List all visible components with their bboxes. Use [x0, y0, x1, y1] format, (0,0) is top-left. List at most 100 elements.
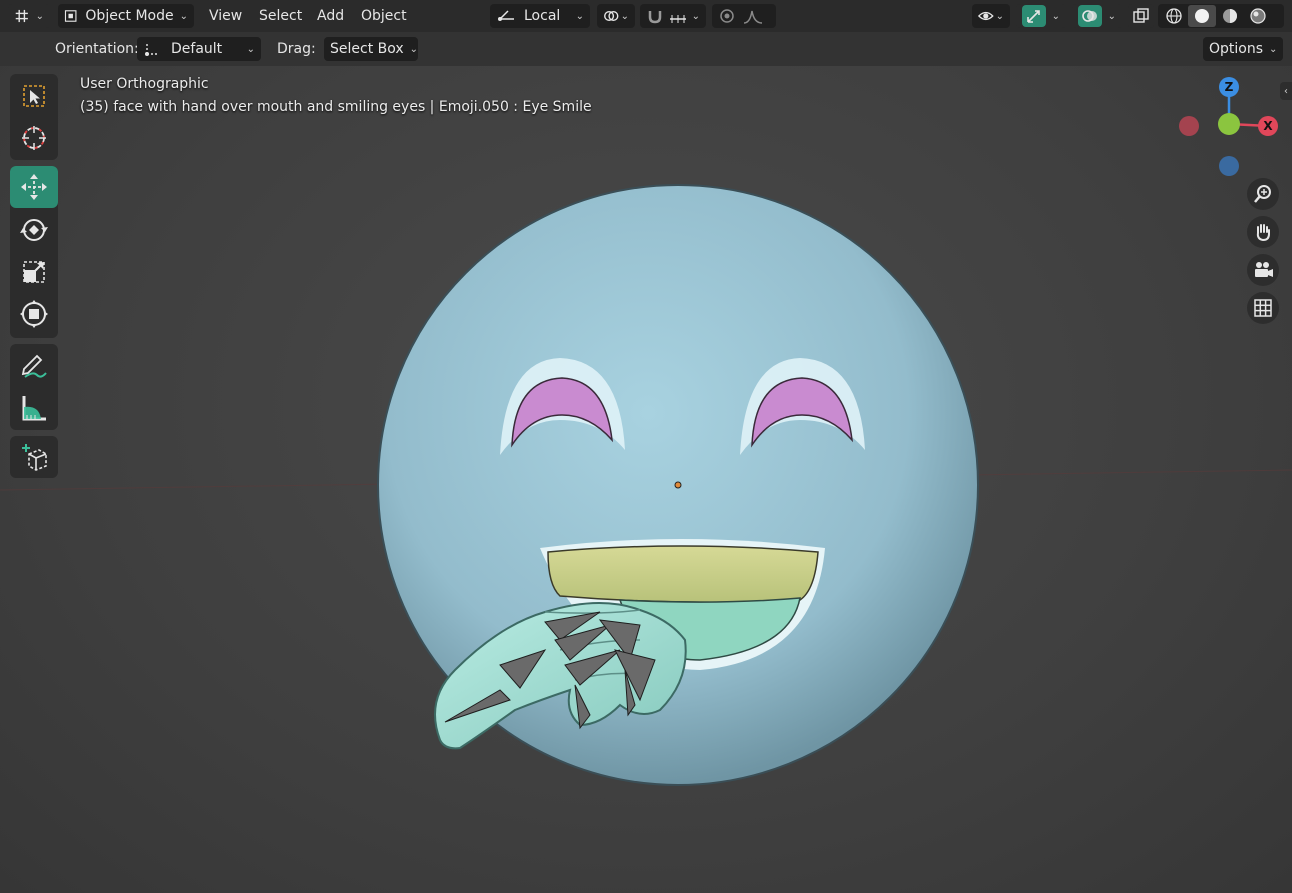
chevron-down-icon: ⌄	[575, 10, 584, 22]
link-icon	[604, 10, 619, 22]
chevron-down-icon: ⌄	[620, 10, 629, 22]
rendered-sphere-icon	[1250, 8, 1266, 24]
sidebar-toggle-arrow[interactable]: ‹	[1280, 82, 1292, 100]
object-origin	[674, 481, 682, 489]
snap-increment-icon	[670, 15, 686, 23]
pan-button[interactable]	[1247, 216, 1279, 248]
drag-dropdown[interactable]: Select Box ⌄	[324, 37, 418, 61]
axis-grid-icon	[15, 9, 28, 23]
material-sphere-icon	[1223, 9, 1237, 23]
tool-move[interactable]	[10, 166, 58, 208]
proportional-editing-dropdown[interactable]	[712, 4, 776, 28]
orientation-label: Local	[524, 8, 561, 24]
zoom-button[interactable]	[1247, 178, 1279, 210]
camera-view-button[interactable]	[1247, 254, 1279, 286]
magnet-icon	[648, 11, 662, 24]
rendered-shading-button[interactable]	[1244, 5, 1272, 27]
tool-add-cube[interactable]	[10, 437, 58, 477]
rotate-icon	[20, 219, 48, 241]
measure-icon	[22, 396, 46, 421]
tool-scale[interactable]	[10, 252, 58, 292]
cursor-icon	[22, 126, 46, 150]
gizmo-toggle-button[interactable]	[1022, 5, 1046, 27]
chevron-down-icon: ⌄	[246, 43, 255, 55]
proportional-edit-icon	[720, 9, 734, 23]
options-dropdown[interactable]: Options ⌄	[1203, 37, 1283, 61]
zoom-icon	[1254, 185, 1271, 203]
solid-shading-button[interactable]	[1188, 5, 1216, 27]
options-label: Options	[1209, 41, 1264, 57]
menu-add[interactable]: Add	[317, 4, 344, 28]
toolbar-group-select	[10, 74, 58, 160]
wireframe-sphere-icon	[1166, 8, 1182, 24]
gizmo-toggle-dropdown[interactable]: ⌄	[1016, 4, 1066, 28]
3d-viewport[interactable]: User Orthographic (35) face with hand ov…	[0, 0, 1292, 893]
orientation-value: Default	[171, 41, 223, 57]
transform-icon	[20, 300, 48, 328]
chevron-down-icon: ⌄	[995, 10, 1004, 22]
drag-value: Select Box	[330, 41, 404, 57]
gizmo-y-axis[interactable]	[1218, 113, 1240, 135]
select-box-icon	[23, 85, 45, 107]
falloff-curve-icon	[743, 10, 763, 24]
object-info-label: (35) face with hand over mouth and smili…	[80, 99, 592, 115]
snapping-dropdown[interactable]: ⌄	[640, 4, 706, 28]
wireframe-shading-button[interactable]	[1160, 5, 1188, 27]
menu-select[interactable]: Select	[259, 4, 302, 28]
chevron-down-icon: ⌄	[179, 10, 188, 22]
editor-type-button[interactable]: ⌄	[8, 4, 50, 28]
move-icon	[21, 174, 47, 200]
overlays-dropdown[interactable]: ⌄	[1072, 4, 1122, 28]
overlays-toggle-button[interactable]	[1078, 5, 1102, 27]
tool-annotate[interactable]	[10, 346, 58, 386]
gizmo-negative-x-axis[interactable]	[1179, 116, 1199, 136]
orientation-dropdown[interactable]: Default ⌄	[137, 37, 261, 61]
view-name-label: User Orthographic	[80, 76, 209, 92]
mouth-top	[547, 545, 819, 603]
hand-icon	[1256, 224, 1270, 242]
tool-cursor[interactable]	[10, 118, 58, 158]
orientation-field-label: Orientation:	[55, 41, 139, 57]
xray-icon	[1133, 8, 1149, 23]
overlays-icon	[1082, 10, 1097, 22]
chevron-down-icon: ⌄	[1107, 10, 1116, 22]
chevron-down-icon: ⌄	[1269, 43, 1278, 55]
tool-measure[interactable]	[10, 388, 58, 428]
pivot-point-dropdown[interactable]: ⌄	[597, 4, 635, 28]
toolbar-group-add	[10, 436, 58, 478]
material-shading-button[interactable]	[1216, 5, 1244, 27]
camera-icon	[1255, 262, 1273, 277]
mode-dropdown[interactable]: Object Mode ⌄	[58, 4, 194, 28]
add-cube-icon	[22, 444, 47, 471]
toolbar-group-annotate	[10, 344, 58, 430]
ortho-toggle-button[interactable]	[1247, 292, 1279, 324]
menu-view[interactable]: View	[209, 4, 242, 28]
visibility-dropdown[interactable]: ⌄	[972, 4, 1010, 28]
drag-field-label: Drag:	[277, 41, 316, 57]
chevron-down-icon: ⌄	[1051, 10, 1060, 22]
annotate-icon	[21, 354, 47, 378]
viewport-header: ⌄ Object Mode ⌄ View Select Add Object L…	[0, 0, 1292, 32]
shading-mode-group[interactable]	[1158, 4, 1284, 28]
scale-icon	[23, 261, 45, 283]
gizmo-negative-z-axis[interactable]	[1219, 156, 1239, 176]
gizmo-z-axis[interactable]: Z	[1219, 77, 1239, 97]
chevron-down-icon: ⌄	[691, 10, 700, 22]
tool-settings-header: Orientation: Default ⌄ Drag: Select Box …	[0, 32, 1292, 66]
chevron-down-icon: ⌄	[409, 43, 419, 55]
gizmo-x-axis[interactable]: X	[1258, 116, 1278, 136]
default-orientation-icon	[145, 42, 159, 56]
grid-icon	[1254, 299, 1272, 317]
tool-rotate[interactable]	[10, 210, 58, 250]
chevron-down-icon: ⌄	[35, 10, 44, 22]
tool-select-box[interactable]	[10, 76, 58, 116]
local-axes-icon	[498, 10, 514, 21]
eye-icon	[978, 11, 994, 21]
transform-orientation-dropdown[interactable]: Local ⌄	[490, 4, 590, 28]
xray-toggle-button[interactable]	[1128, 4, 1154, 28]
emoji-model[interactable]	[0, 0, 1292, 893]
object-mode-icon	[64, 10, 77, 22]
solid-sphere-icon	[1195, 9, 1209, 23]
menu-object[interactable]: Object	[361, 4, 407, 28]
tool-transform[interactable]	[10, 294, 58, 334]
